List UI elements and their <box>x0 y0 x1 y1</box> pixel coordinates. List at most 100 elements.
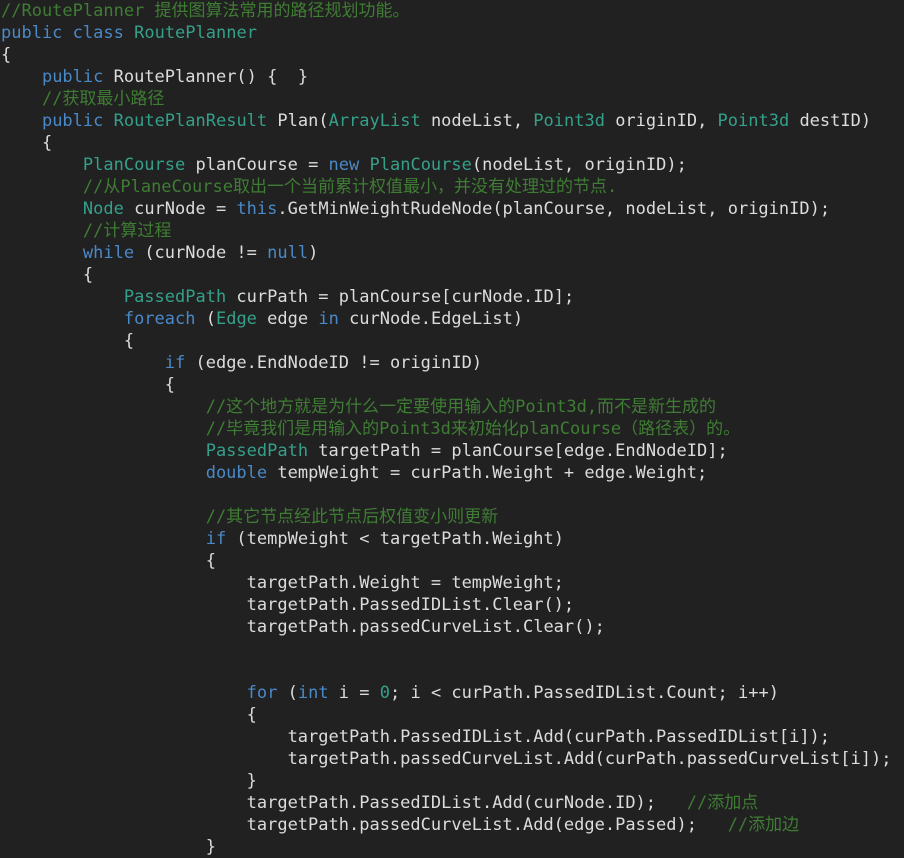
code-token-plain: } <box>1 771 257 791</box>
code-token-plain: curNode.EdgeList) <box>338 309 524 329</box>
code-token-plain: (edge.EndNodeID != originID) <box>185 353 483 373</box>
code-token-type: Point3d <box>717 111 790 131</box>
code-token-plain: targetPath.passedCurveList.Add(edge.Pass… <box>1 815 728 835</box>
code-token-kw: if <box>164 353 186 373</box>
code-token-plain: targetPath.Weight = tempWeight; <box>1 573 564 593</box>
code-token-kw: foreach <box>123 309 196 329</box>
code-token-plain: i = <box>328 683 380 703</box>
code-line: { <box>0 330 904 352</box>
code-token-kw: null <box>267 243 309 263</box>
code-line: targetPath.Weight = tempWeight; <box>0 572 904 594</box>
code-token-plain: Plan( <box>267 111 329 131</box>
code-line: } <box>0 836 904 858</box>
code-token-plain: { <box>1 133 53 153</box>
code-token-plain: originID, <box>604 111 718 131</box>
code-line: targetPath.passedCurveList.Add(curPath.p… <box>0 748 904 770</box>
code-line: { <box>0 704 904 726</box>
code-line: foreach (Edge edge in curNode.EdgeList) <box>0 308 904 330</box>
code-token-type: PlanCourse <box>369 155 472 175</box>
code-token-comment: //添加边 <box>727 815 800 835</box>
code-token-plain: nodeList, <box>420 111 534 131</box>
code-token-comment: //这个地方就是为什么一定要使用输入的Point3d,而不是新生成的 <box>205 397 717 417</box>
code-line: //毕竟我们是用输入的Point3d来初始化planCourse（路径表）的。 <box>0 418 904 440</box>
code-token-type: Edge <box>215 309 257 329</box>
code-token-comment: //添加点 <box>686 793 759 813</box>
code-token-type: PlanCourse <box>82 155 186 175</box>
code-token-kw: class <box>72 23 124 43</box>
code-token-plain: targetPath.passedCurveList.Clear(); <box>1 617 605 637</box>
code-token-plain: } <box>1 837 216 857</box>
code-token-plain: planCourse = <box>185 155 329 175</box>
code-line: if (tempWeight < targetPath.Weight) <box>0 528 904 550</box>
code-token-plain: { <box>1 705 257 725</box>
code-token-plain: (nodeList, originID); <box>471 155 687 175</box>
code-editor-viewport[interactable]: //RoutePlanner 提供图算法常用的路径规划功能。 public cla… <box>0 0 904 857</box>
code-token-plain: .GetMinWeightRudeNode(planCourse, nodeLi… <box>277 199 831 219</box>
code-token-plain: ; i < curPath.PassedIDList.Count; i++) <box>390 683 779 703</box>
code-line: { <box>0 264 904 286</box>
code-token-plain: targetPath.PassedIDList.Add(curPath.Pass… <box>1 727 831 747</box>
code-token-plain: ) <box>308 243 319 263</box>
code-token-type: ArrayList <box>328 111 421 131</box>
code-token-kw: this <box>236 199 278 219</box>
code-line: //获取最小路径 <box>0 88 904 110</box>
code-token-comment: //RoutePlanner 提供图算法常用的路径规划功能。 <box>1 1 410 21</box>
code-text-area[interactable]: //RoutePlanner 提供图算法常用的路径规划功能。 public cla… <box>0 0 904 858</box>
code-line: if (edge.EndNodeID != originID) <box>0 352 904 374</box>
code-line: { <box>0 132 904 154</box>
code-token-type: RoutePlanner <box>134 23 257 43</box>
code-line: public class RoutePlanner <box>0 22 904 44</box>
code-token-plain: destID) <box>789 111 872 131</box>
code-line: PassedPath curPath = planCourse[curNode.… <box>0 286 904 308</box>
code-line: public RoutePlanner() { } <box>0 66 904 88</box>
code-line: targetPath.passedCurveList.Add(edge.Pass… <box>0 814 904 836</box>
code-token-plain: targetPath.passedCurveList.Add(curPath.p… <box>1 749 892 769</box>
code-token-comment: //其它节点经此节点后权值变小则更新 <box>205 507 499 527</box>
code-line: //RoutePlanner 提供图算法常用的路径规划功能。 <box>0 0 904 22</box>
code-token-plain: targetPath.PassedIDList.Clear(); <box>1 595 575 615</box>
code-token-kw: public <box>1 23 63 43</box>
code-token-type: RoutePlanResult <box>113 111 268 131</box>
code-token-kw: if <box>205 529 227 549</box>
code-token-plain: { <box>1 331 135 351</box>
code-token-type: Node <box>82 199 124 219</box>
code-token-plain: ( <box>277 683 298 703</box>
code-token-num: 0 <box>379 683 390 703</box>
code-token-kw: public <box>41 111 104 131</box>
code-line: //其它节点经此节点后权值变小则更新 <box>0 506 904 528</box>
code-line: { <box>0 550 904 572</box>
code-token-plain: targetPath.PassedIDList.Add(curNode.ID); <box>1 793 687 813</box>
code-line: } <box>0 770 904 792</box>
code-token-comment: //计算过程 <box>82 221 172 241</box>
code-line: targetPath.passedCurveList.Clear(); <box>0 616 904 638</box>
code-token-plain: { <box>1 551 216 571</box>
code-line: //这个地方就是为什么一定要使用输入的Point3d,而不是新生成的 <box>0 396 904 418</box>
code-token-kw: for <box>246 683 278 703</box>
code-line: PlanCourse planCourse = new PlanCourse(n… <box>0 154 904 176</box>
code-token-comment: //从PlaneCourse取出一个当前累计权值最小，并没有处理过的节点. <box>82 177 618 197</box>
code-token-plain: (tempWeight < targetPath.Weight) <box>226 529 564 549</box>
code-token-plain: ( <box>195 309 216 329</box>
code-token-plain: (curNode != <box>134 243 268 263</box>
